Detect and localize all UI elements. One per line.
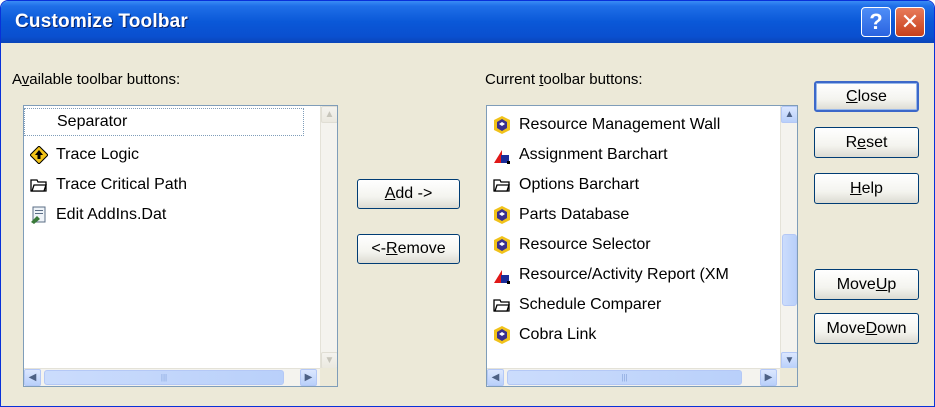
list-item-label: Trace Critical Path bbox=[56, 176, 187, 193]
scroll-left-arrow-icon[interactable]: ◀ bbox=[24, 369, 41, 386]
available-vertical-scrollbar[interactable]: ▲ ▼ bbox=[320, 106, 337, 369]
mnemonic: R bbox=[386, 240, 398, 257]
label-text: ailable toolbar buttons: bbox=[29, 71, 181, 88]
label-text: A bbox=[12, 71, 22, 88]
button-text: elp bbox=[861, 179, 883, 197]
folder-icon bbox=[493, 179, 510, 192]
available-buttons-label: Available toolbar buttons: bbox=[12, 71, 180, 88]
button-text: lose bbox=[857, 87, 887, 105]
list-item-separator[interactable]: Separator bbox=[24, 108, 304, 136]
mnemonic: C bbox=[846, 87, 858, 105]
available-buttons-list[interactable]: Separator Trace Logic Trace Critical Pat… bbox=[23, 105, 338, 387]
hex-badge-icon bbox=[494, 206, 510, 224]
remove-button[interactable]: <- Remove bbox=[357, 234, 460, 264]
add-button[interactable]: Add -> bbox=[357, 179, 460, 209]
shapes-icon bbox=[494, 270, 510, 284]
close-button[interactable]: Close bbox=[814, 81, 919, 112]
button-text: set bbox=[866, 133, 888, 151]
current-buttons-list[interactable]: Resource Management Wall Assignment Barc… bbox=[486, 105, 798, 387]
list-item-label: Schedule Comparer bbox=[519, 296, 662, 313]
scroll-down-arrow-icon[interactable]: ▼ bbox=[781, 352, 797, 369]
list-item-label: Resource Selector bbox=[519, 236, 651, 253]
mnemonic: D bbox=[865, 319, 878, 337]
available-horizontal-scrollbar[interactable]: ◀ ||| ▶ bbox=[24, 368, 320, 386]
mnemonic: U bbox=[875, 275, 888, 293]
button-text: p bbox=[887, 275, 897, 293]
button-text: dd -> bbox=[395, 185, 433, 202]
list-item-label: Edit AddIns.Dat bbox=[56, 206, 167, 223]
list-item-label: Separator bbox=[57, 113, 128, 130]
help-title-button[interactable]: ? bbox=[861, 7, 891, 37]
dialog-title: Customize Toolbar bbox=[15, 11, 188, 32]
current-horizontal-scrollbar[interactable]: ◀ ||| ▶ bbox=[487, 368, 780, 386]
hex-badge-icon bbox=[494, 116, 510, 134]
list-item-label: Resource Management Wall bbox=[519, 116, 721, 133]
button-text: Move bbox=[826, 319, 866, 337]
button-text: emove bbox=[397, 240, 446, 257]
diamond-arrow-icon bbox=[30, 146, 48, 164]
scroll-corner bbox=[780, 368, 797, 386]
button-text: R bbox=[845, 133, 858, 151]
horizontal-scroll-thumb[interactable]: ||| bbox=[44, 370, 284, 385]
list-item-label: Options Barchart bbox=[519, 176, 640, 193]
scroll-left-arrow-icon[interactable]: ◀ bbox=[487, 369, 504, 386]
list-item-label: Resource/Activity Report (XM bbox=[519, 266, 729, 283]
button-text: Move bbox=[836, 275, 876, 293]
current-buttons-label: Current toolbar buttons: bbox=[485, 71, 643, 88]
mnemonic: e bbox=[857, 133, 867, 151]
button-text: <- bbox=[371, 240, 387, 257]
move-down-button[interactable]: Move Down bbox=[814, 313, 919, 344]
list-item-label: Cobra Link bbox=[519, 326, 597, 343]
scroll-corner bbox=[320, 368, 337, 386]
mnemonic: H bbox=[850, 179, 862, 197]
scroll-up-arrow-icon[interactable]: ▲ bbox=[321, 106, 337, 123]
list-item-label: Parts Database bbox=[519, 206, 630, 223]
scroll-right-arrow-icon[interactable]: ▶ bbox=[300, 369, 317, 386]
vertical-scroll-thumb[interactable] bbox=[782, 234, 797, 306]
scroll-up-arrow-icon[interactable]: ▲ bbox=[781, 106, 797, 123]
button-text: own bbox=[877, 319, 907, 337]
list-item-label: Trace Logic bbox=[56, 146, 139, 163]
customize-toolbar-dialog: Customize Toolbar ? ✕ Available toolbar … bbox=[0, 0, 935, 407]
mnemonic: A bbox=[384, 185, 396, 202]
title-bar[interactable]: Customize Toolbar ? ✕ bbox=[1, 1, 934, 43]
label-text: Current bbox=[485, 71, 540, 88]
close-title-button[interactable]: ✕ bbox=[895, 7, 925, 37]
move-up-button[interactable]: Move Up bbox=[814, 269, 919, 300]
reset-button[interactable]: Reset bbox=[814, 127, 919, 158]
scroll-down-arrow-icon[interactable]: ▼ bbox=[321, 352, 337, 369]
folder-icon bbox=[493, 299, 510, 312]
hex-badge-icon bbox=[494, 236, 510, 254]
label-text: oolbar buttons: bbox=[543, 71, 643, 88]
shapes-icon bbox=[494, 150, 510, 164]
help-button[interactable]: Help bbox=[814, 173, 919, 204]
horizontal-scroll-thumb[interactable]: ||| bbox=[507, 370, 742, 385]
folder-icon bbox=[30, 179, 47, 192]
list-item-label: Assignment Barchart bbox=[519, 146, 668, 163]
hex-badge-icon bbox=[494, 326, 510, 344]
current-vertical-scrollbar[interactable]: ▲ ▼ bbox=[780, 106, 797, 369]
edit-document-icon bbox=[31, 206, 46, 224]
scroll-right-arrow-icon[interactable]: ▶ bbox=[760, 369, 777, 386]
